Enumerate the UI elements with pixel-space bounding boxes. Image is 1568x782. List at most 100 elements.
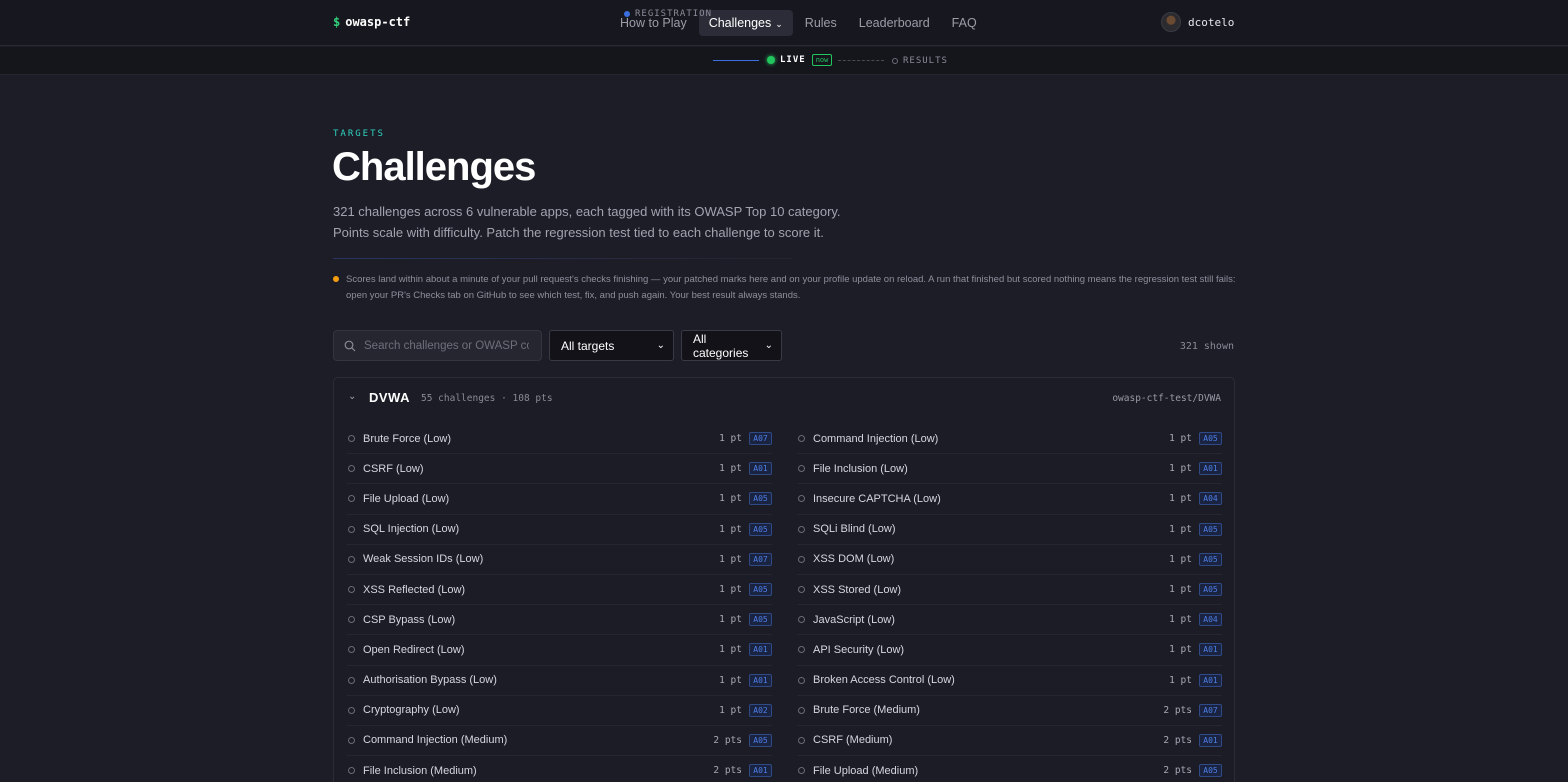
challenge-name: XSS Stored (Low) [813, 583, 902, 596]
nav-faq[interactable]: FAQ [942, 10, 987, 36]
challenge-column-right: Command Injection (Low) 1 pt A05 File Inclu… [797, 424, 1222, 782]
brand-logo[interactable]: $ owasp-ctf [333, 15, 410, 29]
owasp-category-badge: A01 [749, 462, 772, 476]
nav-leaderboard[interactable]: Leaderboard [849, 10, 940, 36]
top-nav: $ owasp-ctf How to Play Challenges ⌄ Rules… [0, 0, 1568, 46]
challenge-row[interactable]: File Inclusion (Low) 1 pt A01 [797, 454, 1222, 485]
category-select[interactable]: All categories ⌄ [681, 330, 782, 361]
group-name: DVWA [369, 390, 410, 405]
status-circle-icon [798, 767, 805, 775]
nav-rules[interactable]: Rules [795, 10, 847, 36]
status-circle-icon [798, 525, 805, 533]
owasp-category-badge: A05 [1199, 552, 1222, 566]
challenge-row[interactable]: JavaScript (Low) 1 pt A04 [797, 605, 1222, 636]
challenge-name: File Upload (Low) [363, 492, 450, 505]
status-circle-icon [348, 706, 355, 714]
status-circle-icon [348, 465, 355, 473]
owasp-category-badge: A01 [749, 764, 772, 778]
status-circle-icon [348, 767, 355, 775]
owasp-category-badge: A05 [1199, 522, 1222, 536]
challenge-name: Brute Force (Medium) [813, 704, 920, 717]
status-circle-icon [798, 706, 805, 714]
challenge-row[interactable]: XSS Reflected (Low) 1 pt A05 [347, 575, 772, 606]
owasp-category-badge: A01 [1199, 643, 1222, 657]
owasp-category-badge: A05 [749, 492, 772, 506]
challenge-row[interactable]: Weak Session IDs (Low) 1 pt A07 [347, 545, 772, 575]
phase-connector [713, 60, 759, 61]
now-badge: now [811, 54, 833, 66]
scoring-note: Scores land within about a minute of you… [346, 274, 1236, 301]
owasp-category-badge: A02 [749, 703, 772, 717]
user-menu[interactable]: dcotelo [1161, 12, 1234, 32]
phase-connector-pending [838, 60, 884, 61]
status-circle-icon [348, 435, 355, 443]
phase-results: RESULTS [892, 56, 948, 66]
shown-count: 321 shown [1179, 341, 1234, 352]
challenge-name: SQLi Blind (Low) [813, 523, 896, 536]
challenge-row[interactable]: Insecure CAPTCHA (Low) 1 pt A04 [797, 484, 1222, 515]
search-box[interactable] [333, 330, 542, 361]
challenge-points: 1 pt [719, 704, 742, 716]
challenge-name: File Inclusion (Low) [813, 462, 908, 475]
challenge-points: 2 pts [713, 734, 742, 746]
challenge-row[interactable]: API Security (Low) 1 pt A01 [797, 635, 1222, 666]
chevron-down-icon: ⌄ [775, 19, 783, 29]
search-input[interactable] [364, 339, 529, 352]
challenge-points: 1 pt [719, 674, 742, 686]
challenge-row[interactable]: Open Redirect (Low) 1 pt A01 [347, 635, 772, 666]
owasp-category-badge: A04 [1199, 492, 1222, 506]
challenge-row[interactable]: CSP Bypass (Low) 1 pt A05 [347, 605, 772, 636]
chevron-down-icon[interactable]: ⌄ [348, 391, 356, 402]
challenge-name: Command Injection (Low) [813, 432, 939, 445]
challenge-row[interactable]: Brute Force (Medium) 2 pts A07 [797, 696, 1222, 726]
challenge-row[interactable]: Command Injection (Low) 1 pt A05 [797, 424, 1222, 455]
challenge-row[interactable]: Authorisation Bypass (Low) 1 pt A01 [347, 666, 772, 696]
status-circle-icon [348, 646, 355, 654]
nav-challenges[interactable]: Challenges ⌄ [698, 10, 793, 36]
challenge-row[interactable]: File Upload (Low) 1 pt A05 [347, 484, 772, 515]
phase-live: LIVE now [767, 54, 833, 66]
challenge-row[interactable]: Command Injection (Medium) 2 pts A05 [347, 726, 772, 757]
brand-name: owasp-ctf [345, 15, 411, 29]
group-header[interactable]: ⌄ DVWA 55 challenges · 108 pts owasp-ctf… [334, 378, 1234, 418]
status-circle-icon [348, 555, 355, 563]
status-circle-icon [798, 676, 805, 684]
challenge-row[interactable]: CSRF (Medium) 2 pts A01 [797, 726, 1222, 757]
owasp-category-badge: A01 [749, 673, 772, 687]
challenge-row[interactable]: SQLi Blind (Low) 1 pt A05 [797, 515, 1222, 545]
status-circle-icon [348, 616, 355, 624]
challenge-points: 1 pt [1169, 553, 1192, 565]
target-select[interactable]: All targets ⌄ [549, 330, 674, 361]
info-dot-icon [333, 276, 339, 282]
owasp-category-badge: A04 [1199, 613, 1222, 627]
challenge-row[interactable]: XSS Stored (Low) 1 pt A05 [797, 575, 1222, 606]
challenge-row[interactable]: XSS DOM (Low) 1 pt A05 [797, 545, 1222, 575]
owasp-category-badge: A05 [1199, 432, 1222, 446]
challenge-name: Broken Access Control (Low) [813, 674, 955, 687]
challenge-row[interactable]: File Upload (Medium) 2 pts A05 [797, 756, 1222, 782]
status-circle-icon [348, 736, 355, 744]
challenge-name: CSRF (Medium) [813, 734, 893, 747]
challenge-points: 1 pt [719, 463, 742, 475]
chevron-down-icon: ⌄ [656, 340, 665, 351]
challenge-points: 2 pts [1163, 765, 1192, 777]
challenge-points: 1 pt [719, 493, 742, 505]
challenge-row[interactable]: CSRF (Low) 1 pt A01 [347, 454, 772, 485]
group-meta: 55 challenges · 108 pts [421, 393, 553, 404]
group-repo-link[interactable]: owasp-ctf-test/DVWA [1112, 393, 1221, 404]
owasp-category-badge: A05 [1199, 583, 1222, 597]
owasp-category-badge: A01 [1199, 673, 1222, 687]
challenge-row[interactable]: Broken Access Control (Low) 1 pt A01 [797, 666, 1222, 696]
challenge-points: 1 pt [1169, 584, 1192, 596]
challenge-name: Brute Force (Low) [363, 432, 452, 445]
challenge-row[interactable]: SQL Injection (Low) 1 pt A05 [347, 515, 772, 545]
challenge-column-left: Brute Force (Low) 1 pt A07 CSRF (Low) 1 pt A0… [347, 424, 772, 782]
page-title: Challenges [332, 145, 536, 189]
challenge-points: 1 pt [719, 523, 742, 535]
challenge-row[interactable]: Brute Force (Low) 1 pt A07 [347, 424, 772, 455]
status-circle-icon [348, 676, 355, 684]
challenge-row[interactable]: Cryptography (Low) 1 pt A02 [347, 696, 772, 726]
challenge-row[interactable]: File Inclusion (Medium) 2 pts A01 [347, 756, 772, 782]
phase-dot-icon [624, 11, 630, 17]
status-circle-icon [798, 465, 805, 473]
